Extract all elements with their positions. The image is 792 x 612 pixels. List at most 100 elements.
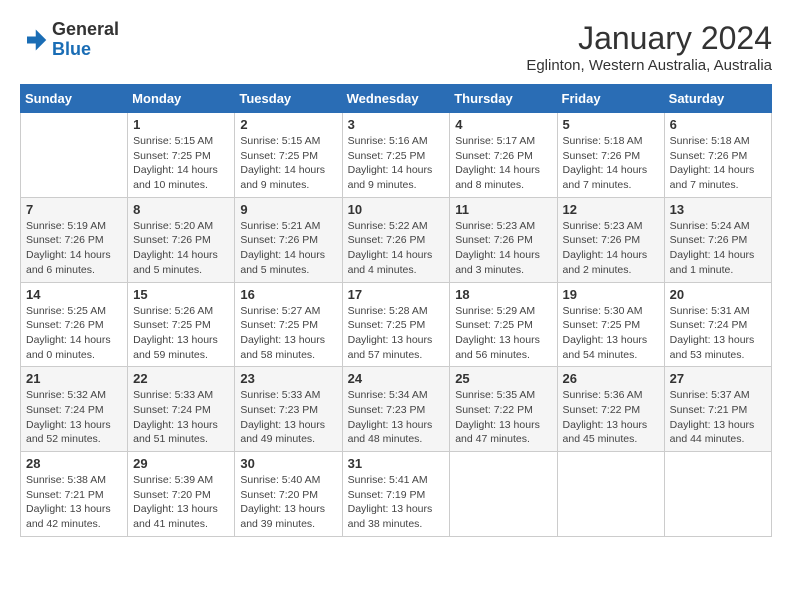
day-number: 16 xyxy=(240,287,336,302)
calendar-cell xyxy=(450,452,557,537)
calendar-cell: 25 Sunrise: 5:35 AM Sunset: 7:22 PM Dayli… xyxy=(450,367,557,452)
day-info: Sunrise: 5:26 AM Sunset: 7:25 PM Dayligh… xyxy=(133,304,229,363)
calendar-cell xyxy=(664,452,771,537)
calendar-cell: 8Sunrise: 5:20 AM Sunset: 7:26 PM Daylig… xyxy=(128,197,235,282)
day-number: 26 xyxy=(563,371,659,386)
day-number: 10 xyxy=(348,202,445,217)
day-info: Sunrise: 5:36 AM Sunset: 7:22 PM Dayligh… xyxy=(563,388,659,447)
week-row-1: 1 Sunrise: 5:15 AM Sunset: 7:25 PM Daylig… xyxy=(21,113,772,198)
day-number: 5 xyxy=(563,117,659,132)
calendar-cell: 18 Sunrise: 5:29 AM Sunset: 7:25 PM Dayli… xyxy=(450,282,557,367)
day-number: 25 xyxy=(455,371,551,386)
day-number: 18 xyxy=(455,287,551,302)
calendar-cell: 24Sunrise: 5:34 AM Sunset: 7:23 PM Dayli… xyxy=(342,367,450,452)
calendar-cell: 17 Sunrise: 5:28 AM Sunset: 7:25 PM Dayli… xyxy=(342,282,450,367)
day-number: 22 xyxy=(133,371,229,386)
column-header-wednesday: Wednesday xyxy=(342,85,450,113)
day-number: 21 xyxy=(26,371,122,386)
day-number: 13 xyxy=(670,202,766,217)
month-title: January 2024 xyxy=(526,20,772,57)
day-number: 29 xyxy=(133,456,229,471)
day-number: 17 xyxy=(348,287,445,302)
column-header-saturday: Saturday xyxy=(664,85,771,113)
week-row-4: 21Sunrise: 5:32 AM Sunset: 7:24 PM Dayli… xyxy=(21,367,772,452)
day-number: 11 xyxy=(455,202,551,217)
day-number: 15 xyxy=(133,287,229,302)
day-info: Sunrise: 5:19 AM Sunset: 7:26 PM Dayligh… xyxy=(26,219,122,278)
day-info: Sunrise: 5:20 AM Sunset: 7:26 PM Dayligh… xyxy=(133,219,229,278)
day-number: 6 xyxy=(670,117,766,132)
day-number: 14 xyxy=(26,287,122,302)
calendar-cell: 11 Sunrise: 5:23 AM Sunset: 7:26 PM Dayli… xyxy=(450,197,557,282)
day-info: Sunrise: 5:25 AM Sunset: 7:26 PM Dayligh… xyxy=(26,304,122,363)
day-info: Sunrise: 5:21 AM Sunset: 7:26 PM Dayligh… xyxy=(240,219,336,278)
day-number: 2 xyxy=(240,117,336,132)
calendar-cell: 1 Sunrise: 5:15 AM Sunset: 7:25 PM Daylig… xyxy=(128,113,235,198)
calendar-cell: 19 Sunrise: 5:30 AM Sunset: 7:25 PM Dayli… xyxy=(557,282,664,367)
calendar-cell: 16 Sunrise: 5:27 AM Sunset: 7:25 PM Dayli… xyxy=(235,282,342,367)
calendar-cell: 30 Sunrise: 5:40 AM Sunset: 7:20 PM Dayli… xyxy=(235,452,342,537)
logo-general: General xyxy=(52,19,119,39)
day-info: Sunrise: 5:27 AM Sunset: 7:25 PM Dayligh… xyxy=(240,304,336,363)
column-header-friday: Friday xyxy=(557,85,664,113)
day-info: Sunrise: 5:24 AM Sunset: 7:26 PM Dayligh… xyxy=(670,219,766,278)
logo-icon xyxy=(20,26,48,54)
day-info: Sunrise: 5:18 AM Sunset: 7:26 PM Dayligh… xyxy=(670,134,766,193)
calendar-cell: 9Sunrise: 5:21 AM Sunset: 7:26 PM Daylig… xyxy=(235,197,342,282)
column-header-sunday: Sunday xyxy=(21,85,128,113)
day-number: 7 xyxy=(26,202,122,217)
day-number: 28 xyxy=(26,456,122,471)
day-number: 20 xyxy=(670,287,766,302)
calendar-cell: 5Sunrise: 5:18 AM Sunset: 7:26 PM Daylig… xyxy=(557,113,664,198)
calendar-cell: 3Sunrise: 5:16 AM Sunset: 7:25 PM Daylig… xyxy=(342,113,450,198)
day-info: Sunrise: 5:28 AM Sunset: 7:25 PM Dayligh… xyxy=(348,304,445,363)
calendar-cell: 12Sunrise: 5:23 AM Sunset: 7:26 PM Dayli… xyxy=(557,197,664,282)
day-info: Sunrise: 5:15 AM Sunset: 7:25 PM Dayligh… xyxy=(133,134,229,193)
day-number: 23 xyxy=(240,371,336,386)
calendar-cell: 6 Sunrise: 5:18 AM Sunset: 7:26 PM Daylig… xyxy=(664,113,771,198)
calendar-cell: 7 Sunrise: 5:19 AM Sunset: 7:26 PM Daylig… xyxy=(21,197,128,282)
day-info: Sunrise: 5:22 AM Sunset: 7:26 PM Dayligh… xyxy=(348,219,445,278)
day-info: Sunrise: 5:16 AM Sunset: 7:25 PM Dayligh… xyxy=(348,134,445,193)
calendar-cell xyxy=(557,452,664,537)
day-info: Sunrise: 5:39 AM Sunset: 7:20 PM Dayligh… xyxy=(133,473,229,532)
day-info: Sunrise: 5:38 AM Sunset: 7:21 PM Dayligh… xyxy=(26,473,122,532)
day-number: 12 xyxy=(563,202,659,217)
day-info: Sunrise: 5:33 AM Sunset: 7:24 PM Dayligh… xyxy=(133,388,229,447)
week-row-5: 28 Sunrise: 5:38 AM Sunset: 7:21 PM Dayli… xyxy=(21,452,772,537)
calendar-cell xyxy=(21,113,128,198)
calendar-cell: 4Sunrise: 5:17 AM Sunset: 7:26 PM Daylig… xyxy=(450,113,557,198)
day-number: 30 xyxy=(240,456,336,471)
day-info: Sunrise: 5:40 AM Sunset: 7:20 PM Dayligh… xyxy=(240,473,336,532)
calendar-cell: 26 Sunrise: 5:36 AM Sunset: 7:22 PM Dayli… xyxy=(557,367,664,452)
header-row: SundayMondayTuesdayWednesdayThursdayFrid… xyxy=(21,85,772,113)
logo-text: General Blue xyxy=(52,20,119,60)
page-header: General Blue January 2024 Eglinton, West… xyxy=(20,20,772,74)
day-info: Sunrise: 5:37 AM Sunset: 7:21 PM Dayligh… xyxy=(670,388,766,447)
calendar-cell: 2 Sunrise: 5:15 AM Sunset: 7:25 PM Daylig… xyxy=(235,113,342,198)
calendar-cell: 23 Sunrise: 5:33 AM Sunset: 7:23 PM Dayli… xyxy=(235,367,342,452)
day-info: Sunrise: 5:35 AM Sunset: 7:22 PM Dayligh… xyxy=(455,388,551,447)
calendar-cell: 21Sunrise: 5:32 AM Sunset: 7:24 PM Dayli… xyxy=(21,367,128,452)
calendar-cell: 13 Sunrise: 5:24 AM Sunset: 7:26 PM Dayli… xyxy=(664,197,771,282)
calendar-cell: 31Sunrise: 5:41 AM Sunset: 7:19 PM Dayli… xyxy=(342,452,450,537)
day-info: Sunrise: 5:30 AM Sunset: 7:25 PM Dayligh… xyxy=(563,304,659,363)
calendar-cell: 15 Sunrise: 5:26 AM Sunset: 7:25 PM Dayli… xyxy=(128,282,235,367)
column-header-thursday: Thursday xyxy=(450,85,557,113)
calendar-table: SundayMondayTuesdayWednesdayThursdayFrid… xyxy=(20,84,772,537)
day-number: 4 xyxy=(455,117,551,132)
location: Eglinton, Western Australia, Australia xyxy=(526,57,772,74)
day-info: Sunrise: 5:31 AM Sunset: 7:24 PM Dayligh… xyxy=(670,304,766,363)
logo: General Blue xyxy=(20,20,119,60)
day-number: 1 xyxy=(133,117,229,132)
day-info: Sunrise: 5:23 AM Sunset: 7:26 PM Dayligh… xyxy=(455,219,551,278)
day-info: Sunrise: 5:29 AM Sunset: 7:25 PM Dayligh… xyxy=(455,304,551,363)
title-block: January 2024 Eglinton, Western Australia… xyxy=(526,20,772,74)
calendar-cell: 10 Sunrise: 5:22 AM Sunset: 7:26 PM Dayli… xyxy=(342,197,450,282)
day-number: 19 xyxy=(563,287,659,302)
day-info: Sunrise: 5:33 AM Sunset: 7:23 PM Dayligh… xyxy=(240,388,336,447)
day-number: 31 xyxy=(348,456,445,471)
week-row-3: 14 Sunrise: 5:25 AM Sunset: 7:26 PM Dayli… xyxy=(21,282,772,367)
day-info: Sunrise: 5:15 AM Sunset: 7:25 PM Dayligh… xyxy=(240,134,336,193)
calendar-cell: 22 Sunrise: 5:33 AM Sunset: 7:24 PM Dayli… xyxy=(128,367,235,452)
